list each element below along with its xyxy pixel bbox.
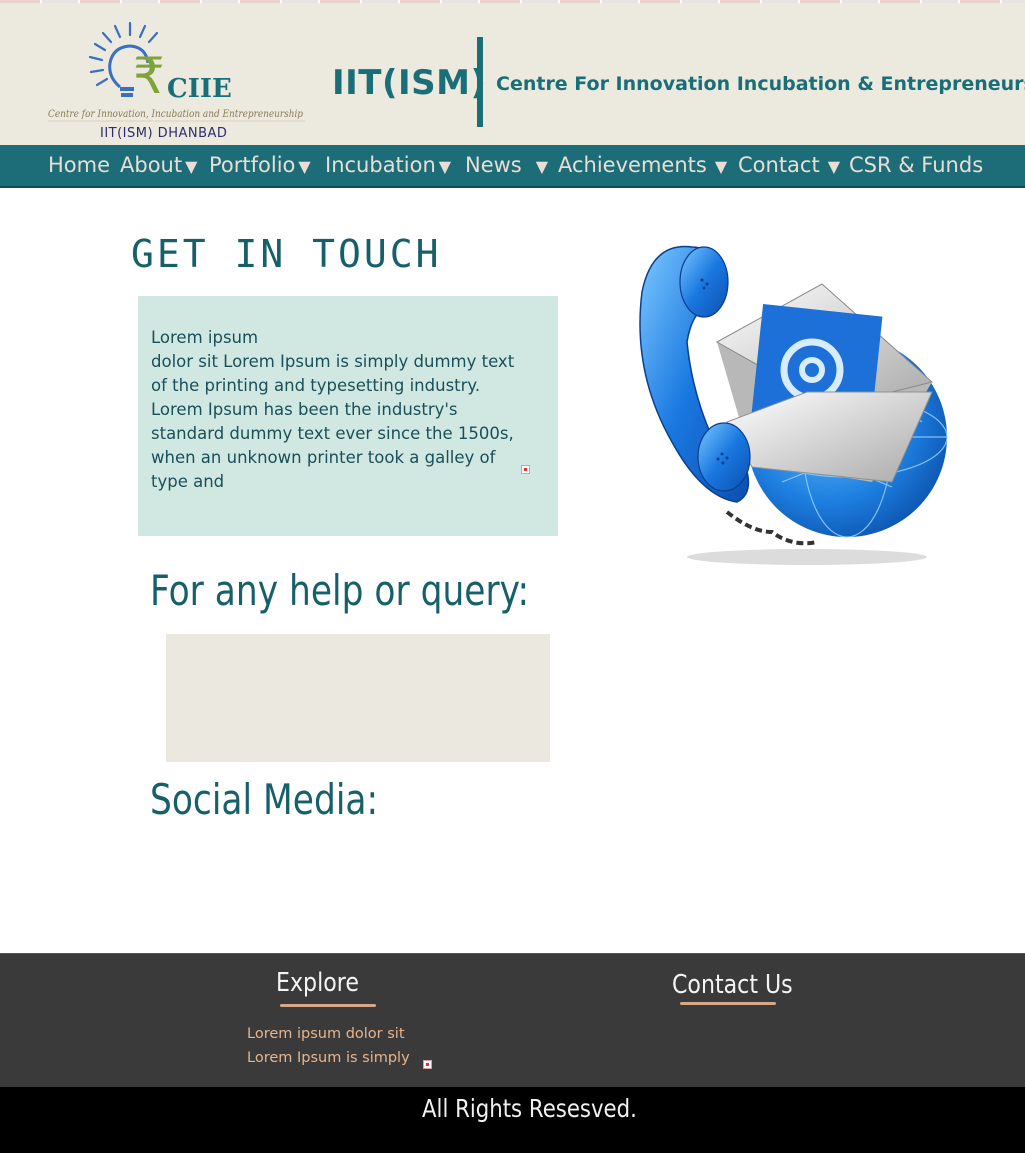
- nav-label: News: [465, 153, 522, 177]
- explore-link-1[interactable]: Lorem ipsum dolor sit: [247, 1026, 405, 1042]
- chevron-down-icon: ▼: [185, 157, 198, 176]
- chevron-down-icon: ▼: [438, 157, 452, 176]
- rupee-icon: ₹: [133, 47, 165, 105]
- intro-box: Lorem ipsum dolor sit Lorem Ipsum is sim…: [138, 296, 558, 536]
- nav-label: About: [120, 153, 183, 177]
- nav-label: Portfolio: [209, 153, 296, 177]
- intro-first-line: Lorem ipsum: [151, 328, 259, 347]
- main-nav: Home About ▼ Portfolio ▼ Incubation ▼ News ▼…: [0, 145, 1025, 188]
- social-heading: Social Media:: [150, 775, 379, 824]
- brand-title: IIT(ISM): [332, 63, 487, 103]
- intro-body: dolor sit Lorem Ipsum is simply dummy te…: [151, 352, 515, 491]
- nav-incubation[interactable]: Incubation ▼: [325, 153, 451, 177]
- nav-about[interactable]: About ▼: [120, 153, 197, 177]
- broken-image-icon: [521, 465, 530, 474]
- copyright-text: All Rights Resesved.: [422, 1094, 637, 1123]
- nav-home[interactable]: Home: [48, 153, 113, 177]
- brand-divider: [477, 37, 483, 127]
- nav-portfolio[interactable]: Portfolio ▼: [209, 153, 311, 177]
- page-title: GET IN TOUCH: [131, 232, 442, 276]
- explore-heading: Explore: [276, 968, 359, 998]
- nav-label: Achievements: [558, 153, 707, 177]
- nav-news[interactable]: News ▼: [465, 153, 548, 177]
- intro-text: Lorem ipsum dolor sit Lorem Ipsum is sim…: [151, 326, 531, 494]
- help-heading: For any help or query:: [150, 566, 530, 615]
- chevron-down-icon: ▼: [714, 157, 728, 176]
- centre-title: Centre For Innovation Incubation & Entre…: [496, 73, 1025, 95]
- broken-image-icon: [423, 1060, 432, 1069]
- contact-underline: [680, 1002, 776, 1005]
- logo-place: IIT(ISM) DHANBAD: [100, 126, 227, 141]
- ciie-logo[interactable]: ₹ CIIE Centre for Innovation, Incubation…: [40, 17, 315, 143]
- nav-label: Home: [48, 153, 111, 177]
- nav-label: Contact: [738, 153, 820, 177]
- logo-tagline: Centre for Innovation, Incubation and En…: [48, 109, 303, 120]
- nav-csr-funds[interactable]: CSR & Funds: [849, 153, 986, 177]
- chevron-down-icon: ▼: [298, 157, 311, 176]
- nav-label: Incubation: [325, 153, 436, 177]
- site-footer: Explore Lorem ipsum dolor sit Lorem Ipsu…: [0, 953, 1025, 1088]
- logo-name: CIIE: [167, 74, 232, 104]
- nav-label: CSR & Funds: [849, 153, 984, 177]
- contact-heading: Contact Us: [672, 970, 793, 1000]
- explore-link-2[interactable]: Lorem Ipsum is simply: [247, 1050, 410, 1066]
- chevron-down-icon: ▼: [535, 157, 549, 176]
- nav-achievements[interactable]: Achievements ▼: [558, 153, 727, 177]
- nav-contact[interactable]: Contact ▼: [738, 153, 840, 177]
- phone-email-globe-icon: [639, 245, 948, 565]
- explore-underline: [280, 1004, 376, 1007]
- chevron-down-icon: ▼: [827, 157, 841, 176]
- site-header: ₹ CIIE Centre for Innovation, Incubation…: [0, 3, 1025, 145]
- query-box[interactable]: [166, 634, 550, 762]
